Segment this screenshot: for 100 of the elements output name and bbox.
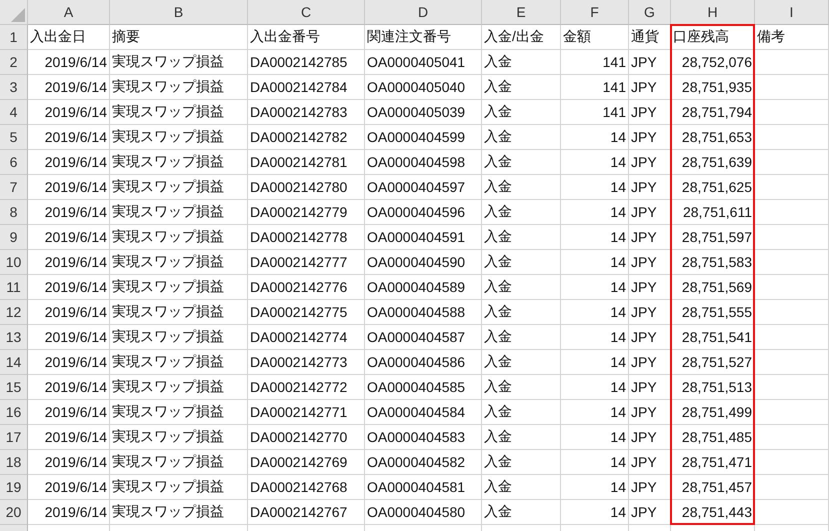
column-header[interactable]: B: [110, 0, 248, 25]
table-cell: DA0002142772: [248, 375, 365, 400]
column-header[interactable]: I: [755, 0, 829, 25]
table-cell: JPY: [629, 175, 671, 200]
table-cell: 14: [561, 500, 629, 525]
table-cell: 28,751,499: [671, 400, 755, 425]
table-cell: 入金: [482, 200, 561, 225]
column-header[interactable]: G: [629, 0, 671, 25]
table-cell: 摘要: [110, 25, 248, 50]
row-header[interactable]: 19: [0, 475, 28, 500]
table-cell: OA0000404586: [365, 350, 482, 375]
table-cell: OA0000404596: [365, 200, 482, 225]
table-cell: 実現スワップ損益: [110, 125, 248, 150]
table-cell: OA0000404581: [365, 475, 482, 500]
row-header[interactable]: 6: [0, 150, 28, 175]
row-header[interactable]: 16: [0, 400, 28, 425]
row-header[interactable]: 1: [0, 25, 28, 50]
table-cell: 入金: [482, 475, 561, 500]
row-header[interactable]: 5: [0, 125, 28, 150]
table-cell: DA0002142770: [248, 425, 365, 450]
table-cell: DA0002142780: [248, 175, 365, 200]
table-cell: 2019/6/14: [28, 225, 110, 250]
table-cell: 実現スワップ損益: [110, 75, 248, 100]
table-cell: OA0000404591: [365, 225, 482, 250]
row-header[interactable]: 9: [0, 225, 28, 250]
table-cell: OA0000405039: [365, 100, 482, 125]
table-cell: 実現スワップ損益: [110, 500, 248, 525]
table-cell: 2019/6/14: [28, 300, 110, 325]
table-cell: 2019/6/14: [28, 450, 110, 475]
column-header[interactable]: E: [482, 0, 561, 25]
table-cell: DA0002142768: [248, 475, 365, 500]
row-header[interactable]: 2: [0, 50, 28, 75]
table-cell: 入金: [482, 350, 561, 375]
table-cell: OA0000404585: [365, 375, 482, 400]
table-cell: 14: [561, 225, 629, 250]
table-cell: JPY: [629, 350, 671, 375]
table-cell: DA0002142774: [248, 325, 365, 350]
row-header[interactable]: 15: [0, 375, 28, 400]
table-cell: 28,751,513: [671, 375, 755, 400]
row-header[interactable]: 18: [0, 450, 28, 475]
table-cell: 28,751,611: [671, 200, 755, 225]
table-cell: JPY: [629, 200, 671, 225]
table-cell: 14: [561, 375, 629, 400]
column-header[interactable]: H: [671, 0, 755, 25]
row-header[interactable]: 12: [0, 300, 28, 325]
row-header[interactable]: 14: [0, 350, 28, 375]
column-header[interactable]: F: [561, 0, 629, 25]
row-header[interactable]: 17: [0, 425, 28, 450]
table-cell: 2019/6/14: [28, 425, 110, 450]
table-cell: JPY: [629, 250, 671, 275]
table-cell: DA0002142771: [248, 400, 365, 425]
table-cell: DA0002142783: [248, 100, 365, 125]
table-cell: OA0000404587: [365, 325, 482, 350]
table-cell: 備考: [755, 25, 829, 50]
table-cell: 28,751,935: [671, 75, 755, 100]
table-cell: 28,751,555: [671, 300, 755, 325]
row-header[interactable]: 20: [0, 500, 28, 525]
table-cell: DA0002142781: [248, 150, 365, 175]
table-cell: DA0002142773: [248, 350, 365, 375]
table-cell: JPY: [629, 125, 671, 150]
row-header[interactable]: 3: [0, 75, 28, 100]
table-cell: OA0000404589: [365, 275, 482, 300]
table-cell: 実現スワップ損益: [110, 175, 248, 200]
row-header[interactable]: 11: [0, 275, 28, 300]
row-header[interactable]: [0, 525, 28, 531]
table-cell: DA0002142779: [248, 200, 365, 225]
row-header[interactable]: 10: [0, 250, 28, 275]
table-cell: 実現スワップ損益: [110, 250, 248, 275]
table-cell: 2019/6/14: [28, 375, 110, 400]
table-cell: DA0002142782: [248, 125, 365, 150]
table-cell: 実現スワップ損益: [110, 100, 248, 125]
table-cell: 実現スワップ損益: [110, 300, 248, 325]
table-cell: 実現スワップ損益: [110, 275, 248, 300]
column-header[interactable]: A: [28, 0, 110, 25]
row-header[interactable]: 8: [0, 200, 28, 225]
table-cell: 実現スワップ損益: [110, 325, 248, 350]
table-cell: 28,751,569: [671, 275, 755, 300]
table-cell: 入金: [482, 500, 561, 525]
table-cell: 28,751,485: [671, 425, 755, 450]
table-cell: JPY: [629, 450, 671, 475]
table-cell: 28,751,639: [671, 150, 755, 175]
table-cell: DA0002142777: [248, 250, 365, 275]
table-cell: JPY: [629, 300, 671, 325]
row-header[interactable]: 7: [0, 175, 28, 200]
table-cell: 14: [561, 400, 629, 425]
table-cell: 28,751,583: [671, 250, 755, 275]
row-header[interactable]: 13: [0, 325, 28, 350]
column-header[interactable]: D: [365, 0, 482, 25]
table-cell: 入金: [482, 100, 561, 125]
table-cell: 入金/出金: [482, 25, 561, 50]
table-cell: 28,751,794: [671, 100, 755, 125]
table-cell: DA0002142778: [248, 225, 365, 250]
table-cell: DA0002142785: [248, 50, 365, 75]
select-all-icon[interactable]: [11, 8, 25, 22]
table-cell: 14: [561, 475, 629, 500]
table-cell: 14: [561, 175, 629, 200]
row-header[interactable]: 4: [0, 100, 28, 125]
table-cell: 28,751,471: [671, 450, 755, 475]
table-cell: 実現スワップ損益: [110, 375, 248, 400]
column-header[interactable]: C: [248, 0, 365, 25]
